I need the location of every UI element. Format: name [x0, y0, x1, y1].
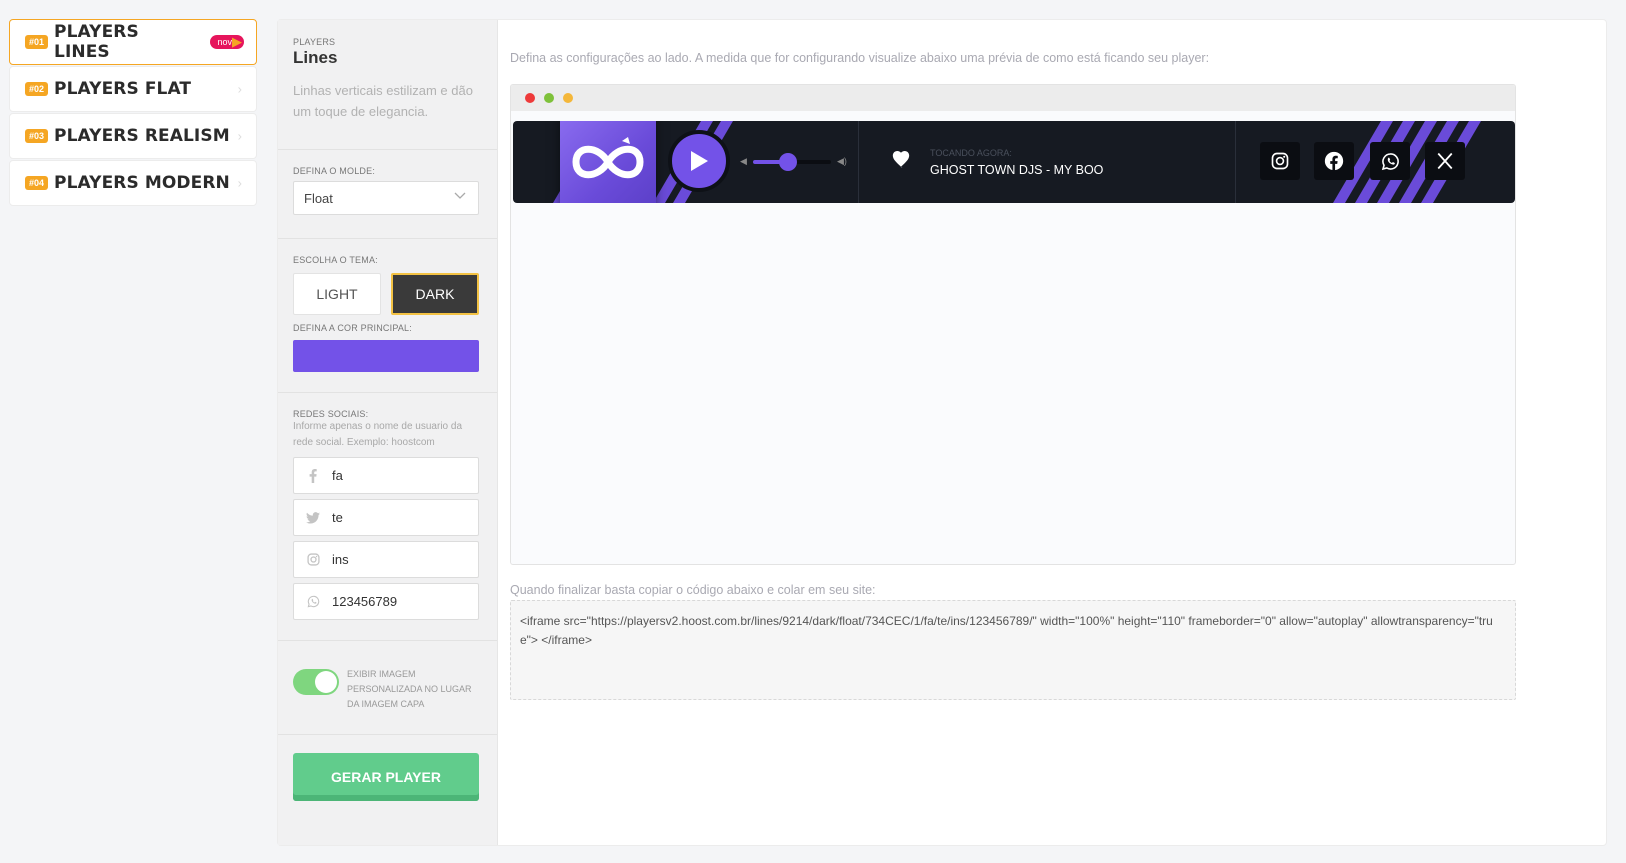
nav-item-players-flat[interactable]: #02 PLAYERS FLAT › [9, 66, 257, 112]
chevron-right-icon: › [237, 175, 242, 191]
x-button[interactable] [1425, 142, 1465, 180]
heart-icon[interactable] [891, 151, 911, 174]
mold-value: Float [304, 190, 333, 206]
category-label: PLAYERS [293, 37, 336, 47]
toggle-label: EXIBIR IMAGEM PERSONALIZADA NO LUGAR DA … [347, 669, 472, 709]
stripes-decoration [553, 121, 1481, 203]
instagram-icon [1271, 152, 1289, 170]
code-label: Quando finalizar basta copiar o código a… [510, 583, 876, 597]
embed-code-box[interactable]: <iframe src="https://playersv2.hoost.com… [510, 600, 1516, 700]
theme-light-button[interactable]: LIGHT [293, 273, 381, 315]
players-nav: #01 PLAYERS LINES novo ▶ #02 PLAYERS FLA… [9, 19, 257, 207]
primary-color-picker[interactable] [293, 340, 479, 372]
whatsapp-button[interactable] [1370, 142, 1410, 180]
radio-player: ◀ ◀) TOCANDO AGORA: GHOST TOWN DJS - MY … [513, 121, 1515, 203]
chevron-right-icon: › [237, 81, 242, 97]
chevron-right-icon: › [237, 128, 242, 144]
instagram-button[interactable] [1260, 142, 1300, 180]
volume-high-icon: ◀) [837, 156, 847, 166]
now-playing-track: GHOST TOWN DJS - MY BOO [930, 163, 1104, 177]
play-button[interactable] [668, 130, 730, 192]
player-description: Linhas verticais estilizam e dão um toqu… [293, 83, 473, 119]
nav-label: PLAYERS REALISM [54, 126, 230, 146]
volume-handle[interactable] [779, 153, 798, 171]
instagram-field[interactable]: ins [293, 541, 479, 578]
now-playing-label: TOCANDO AGORA: [930, 148, 1012, 158]
nav-label: PLAYERS FLAT [54, 79, 192, 99]
theme-label: ESCOLHA O TEMA: [293, 255, 378, 265]
social-section: REDES SOCIAIS: Informe apenas o nome de … [278, 393, 497, 641]
player-divider [1235, 121, 1236, 203]
instagram-value: ins [332, 552, 349, 567]
social-label: REDES SOCIAIS: [293, 409, 369, 419]
custom-image-toggle[interactable] [293, 669, 339, 695]
nav-number: #01 [25, 35, 49, 49]
minimize-dot [563, 93, 573, 103]
facebook-value: fa [332, 468, 343, 483]
toggle-knob [315, 671, 337, 693]
mold-section: DEFINA O MOLDE: Float [278, 150, 497, 239]
social-help: Informe apenas o nome de usuario da rede… [293, 421, 462, 448]
instagram-icon [306, 553, 320, 566]
generate-player-button[interactable]: GERAR PLAYER [293, 753, 479, 801]
page-title: Lines [293, 48, 338, 67]
twitter-field[interactable]: te [293, 499, 479, 536]
facebook-field[interactable]: fa [293, 457, 479, 494]
whatsapp-icon [306, 595, 320, 608]
browser-title-bar [511, 85, 1515, 111]
volume-slider[interactable] [753, 153, 831, 171]
play-icon [691, 151, 708, 171]
theme-dark-button[interactable]: DARK [391, 273, 479, 315]
player-divider [858, 121, 859, 203]
chevron-down-icon [454, 191, 466, 203]
facebook-icon [1324, 151, 1344, 171]
generate-section: GERAR PLAYER [278, 735, 497, 801]
panel-header: PLAYERS Lines Linhas verticais estilizam… [278, 20, 497, 150]
config-panel: PLAYERS Lines Linhas verticais estilizam… [278, 20, 498, 845]
nav-item-players-modern[interactable]: #04 PLAYERS MODERN › [9, 160, 257, 206]
nav-label: PLAYERS MODERN [54, 173, 230, 193]
cover-toggle-section: EXIBIR IMAGEM PERSONALIZADA NO LUGAR DA … [278, 641, 497, 735]
preview-intro: Defina as configurações ao lado. A medid… [510, 51, 1210, 65]
twitter-icon [306, 511, 320, 524]
mold-label: DEFINA O MOLDE: [293, 166, 376, 176]
nav-item-players-lines[interactable]: #01 PLAYERS LINES novo ▶ [9, 19, 257, 65]
x-icon [1437, 152, 1453, 170]
nav-number: #04 [25, 176, 49, 190]
close-dot [525, 93, 535, 103]
whatsapp-value: 123456789 [332, 594, 398, 609]
mold-select[interactable]: Float [293, 181, 479, 215]
nav-label: PLAYERS LINES [54, 22, 139, 62]
volume-low-icon: ◀ [740, 156, 747, 166]
infinity-logo-icon [572, 136, 644, 178]
player-builder-card: PLAYERS Lines Linhas verticais estilizam… [277, 19, 1607, 846]
whatsapp-icon [1381, 152, 1399, 170]
facebook-icon [306, 468, 320, 483]
theme-section: ESCOLHA O TEMA: LIGHT DARK DEFINA A COR … [278, 239, 497, 393]
twitter-value: te [332, 510, 343, 525]
whatsapp-field[interactable]: 123456789 [293, 583, 479, 620]
nav-number: #03 [25, 129, 49, 143]
color-label: DEFINA A COR PRINCIPAL: [293, 323, 412, 333]
nav-item-players-realism[interactable]: #03 PLAYERS REALISM › [9, 113, 257, 159]
chevron-right-icon: ▶ [232, 34, 242, 49]
facebook-button[interactable] [1314, 142, 1354, 180]
album-cover [560, 121, 656, 203]
maximize-dot [544, 93, 554, 103]
nav-number: #02 [25, 82, 49, 96]
theme-options: LIGHT DARK [293, 273, 482, 315]
preview-browser-window: ◀ ◀) TOCANDO AGORA: GHOST TOWN DJS - MY … [510, 84, 1516, 565]
